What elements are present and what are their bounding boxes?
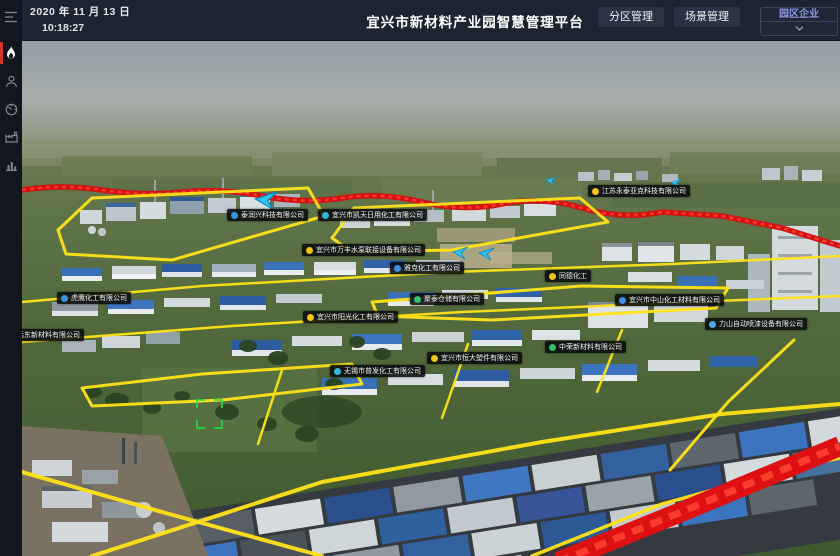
company-label-text: 泰润兴科技有限公司 bbox=[241, 211, 304, 220]
zone-management-button[interactable]: 分区管理 bbox=[598, 7, 664, 27]
top-header: 2020 年 11 月 13 日 10:18:27 宜兴市新材料产业园智慧管理平… bbox=[22, 0, 840, 41]
company-marker-icon bbox=[592, 188, 599, 195]
company-label[interactable]: 中荣新材料有限公司 bbox=[545, 341, 626, 353]
company-label[interactable]: 力山自动喷漆设备有限公司 bbox=[705, 318, 807, 330]
company-label-text: 虎鹰化工有限公司 bbox=[71, 294, 127, 303]
location-arrow-marker[interactable] bbox=[452, 246, 470, 260]
company-marker-icon bbox=[334, 368, 341, 375]
company-marker-icon bbox=[394, 265, 401, 272]
header-date: 2020 年 11 月 13 日 bbox=[30, 4, 130, 19]
company-marker-icon bbox=[414, 296, 421, 303]
company-label[interactable]: 泰润兴科技有限公司 bbox=[227, 209, 308, 221]
map-viewport[interactable]: 泰润兴科技有限公司 宜兴市凯天日用化工有限公司 宜兴市万丰水泵联接设备有限公司 … bbox=[22, 40, 840, 556]
location-arrow-marker[interactable] bbox=[254, 190, 281, 211]
company-marker-icon bbox=[549, 344, 556, 351]
company-label-text: 宜兴市恒大塑件有限公司 bbox=[441, 354, 518, 363]
company-label[interactable]: 宜兴市恒大塑件有限公司 bbox=[427, 352, 522, 364]
page-title: 宜兴市新材料产业园智慧管理平台 bbox=[366, 11, 584, 31]
company-label[interactable]: 宜兴市万丰水泵联接设备有限公司 bbox=[302, 244, 425, 256]
sidebar-item-personnel[interactable] bbox=[0, 67, 22, 95]
company-label[interactable]: 虎鹰化工有限公司 bbox=[57, 292, 131, 304]
company-marker-icon bbox=[709, 321, 716, 328]
company-marker-icon bbox=[549, 273, 556, 280]
company-marker-icon bbox=[61, 295, 68, 302]
company-marker-icon bbox=[619, 297, 626, 304]
company-label[interactable]: 宜兴市远东新材料有限公司 bbox=[22, 329, 84, 341]
sidebar-item-enterprise[interactable] bbox=[0, 123, 22, 151]
company-label-text: 聚泰仓储有限公司 bbox=[424, 295, 480, 304]
company-marker-icon bbox=[431, 355, 438, 362]
company-marker-icon bbox=[307, 314, 314, 321]
sidebar-item-monitor[interactable] bbox=[0, 95, 22, 123]
company-label-text: 力山自动喷漆设备有限公司 bbox=[719, 320, 803, 329]
company-label[interactable]: 同德化工 bbox=[545, 270, 591, 282]
park-enterprise-dropdown-label: 园区企业 bbox=[761, 8, 837, 22]
company-label-text: 雅克化工有限公司 bbox=[404, 264, 460, 273]
company-marker-icon bbox=[306, 247, 313, 254]
user-icon bbox=[5, 75, 18, 88]
company-label-text: 中荣新材料有限公司 bbox=[559, 343, 622, 352]
left-toolbar bbox=[0, 0, 22, 556]
company-label-text: 江苏永泰亚克科技有限公司 bbox=[602, 187, 686, 196]
company-label-text: 宜兴市凯天日用化工有限公司 bbox=[332, 211, 423, 220]
sidebar-item-fire[interactable] bbox=[0, 39, 22, 67]
park-enterprise-dropdown[interactable]: 园区企业 bbox=[760, 7, 838, 36]
company-label[interactable]: 宜兴市中山化工材料有限公司 bbox=[615, 294, 724, 306]
company-label[interactable]: 宜兴市凯天日用化工有限公司 bbox=[318, 209, 427, 221]
company-label-text: 同德化工 bbox=[559, 272, 587, 281]
company-label-text: 宜兴市阳光化工有限公司 bbox=[317, 313, 394, 322]
company-label[interactable]: 无锡市普发化工有限公司 bbox=[330, 365, 425, 377]
scene-management-button[interactable]: 场景管理 bbox=[674, 7, 740, 27]
company-label[interactable]: 聚泰仓储有限公司 bbox=[410, 293, 484, 305]
bar-chart-icon bbox=[5, 159, 18, 171]
company-label-text: 宜兴市远东新材料有限公司 bbox=[22, 331, 80, 340]
company-marker-icon bbox=[322, 212, 329, 219]
company-label[interactable]: 江苏永泰亚克科技有限公司 bbox=[588, 185, 690, 197]
factory-icon bbox=[5, 131, 18, 143]
gauge-icon bbox=[5, 103, 18, 116]
company-label-text: 宜兴市万丰水泵联接设备有限公司 bbox=[316, 246, 421, 255]
company-label[interactable]: 宜兴市阳光化工有限公司 bbox=[303, 311, 398, 323]
chevron-down-icon bbox=[795, 22, 804, 35]
company-label-text: 无锡市普发化工有限公司 bbox=[344, 367, 421, 376]
location-arrow-marker[interactable] bbox=[545, 176, 558, 186]
menu-icon bbox=[4, 11, 18, 23]
company-label[interactable]: 雅克化工有限公司 bbox=[390, 262, 464, 274]
sidebar-item-statistics[interactable] bbox=[0, 151, 22, 179]
flame-icon bbox=[5, 46, 17, 60]
sidebar-item-menu[interactable] bbox=[0, 3, 22, 31]
header-time: 10:18:27 bbox=[42, 22, 84, 34]
company-label-text: 宜兴市中山化工材料有限公司 bbox=[629, 296, 720, 305]
company-marker-icon bbox=[231, 212, 238, 219]
location-arrow-marker[interactable] bbox=[478, 247, 496, 261]
